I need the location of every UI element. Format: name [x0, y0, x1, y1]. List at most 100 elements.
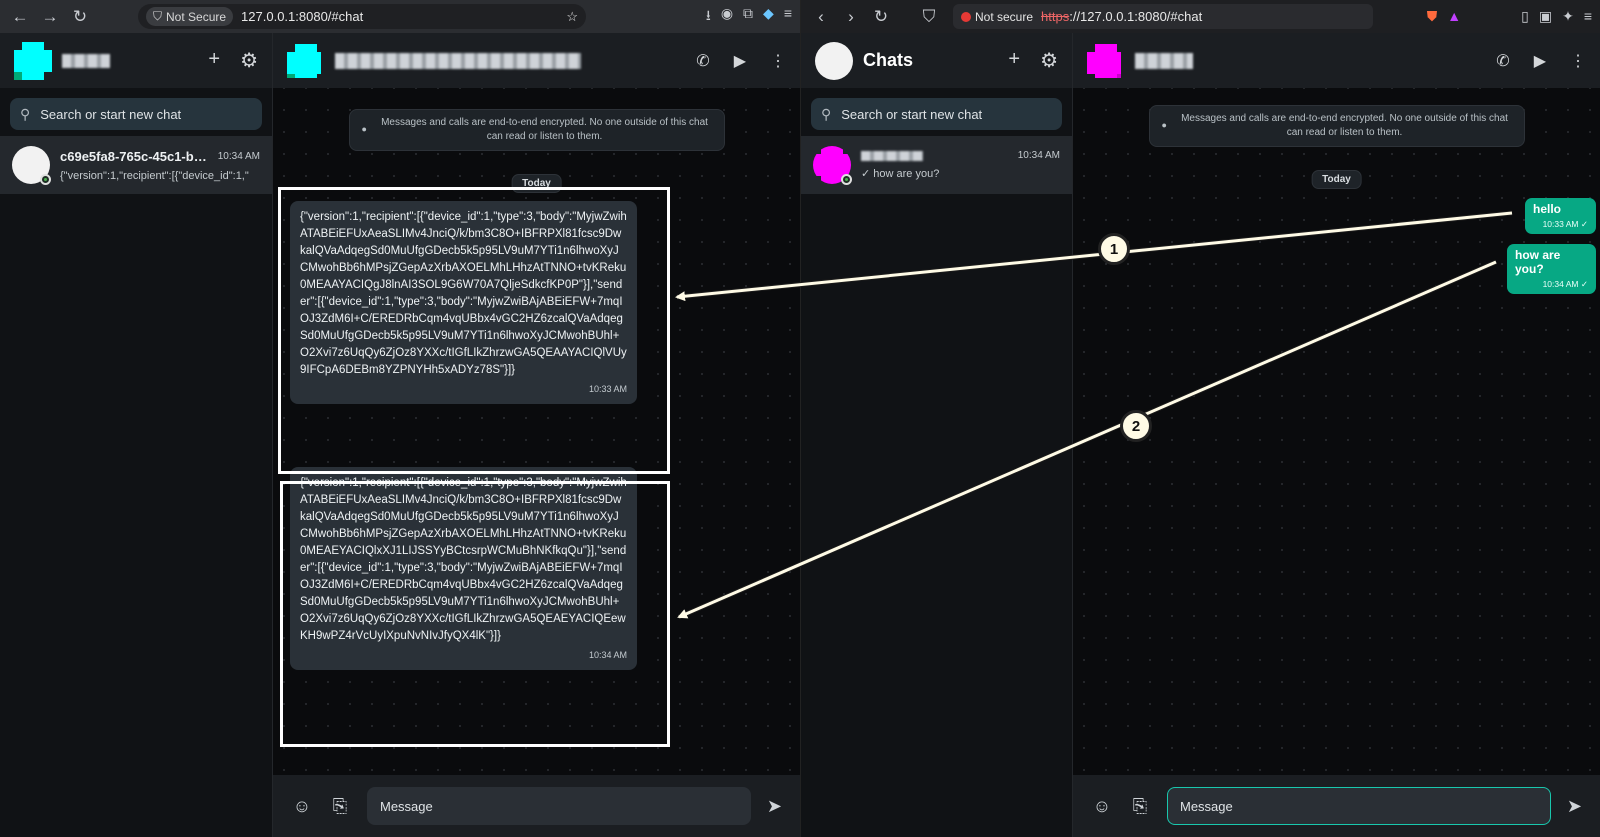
warning-icon — [961, 11, 971, 22]
url-scheme: https — [1041, 9, 1070, 24]
left-browser-toolbar: ← → ↻ ⛉ Not Secure 127.0.0.1:8080/#chat … — [0, 0, 800, 33]
reload-icon[interactable]: ↻ — [68, 5, 92, 29]
search-input[interactable]: ⚲ Search or start new chat — [811, 98, 1062, 130]
encryption-notice: ● Messages and calls are end-to-end encr… — [348, 109, 725, 151]
phone-icon[interactable]: ✆ — [1496, 51, 1509, 71]
message-text: hello — [1533, 202, 1562, 216]
phone-icon[interactable]: ✆ — [696, 51, 709, 71]
video-icon[interactable]: ▶ — [1534, 51, 1546, 71]
back-icon[interactable]: ‹ — [809, 5, 833, 29]
security-indicator[interactable]: ⛉ Not Secure — [146, 7, 234, 26]
chat-preview: {"version":1,"recipient":[{"device_id":1… — [60, 169, 249, 182]
sidebar-icon[interactable]: ▯ — [1521, 8, 1529, 25]
message-input[interactable] — [367, 787, 751, 825]
extensions-icon[interactable]: ✦ — [1562, 8, 1574, 25]
encryption-notice-text: Messages and calls are end-to-end encryp… — [1181, 113, 1508, 138]
chat-preview-text: how are you? — [873, 168, 940, 180]
video-icon[interactable]: ▶ — [734, 51, 746, 71]
contact-avatar — [12, 146, 51, 185]
attach-icon[interactable]: ⎘ — [1129, 796, 1151, 817]
chat-time: 10:34 AM — [1017, 150, 1060, 161]
search-placeholder: Search or start new chat — [40, 106, 182, 122]
day-chip: Today — [1311, 170, 1362, 189]
plus-icon[interactable]: + — [1008, 48, 1020, 73]
search-placeholder: Search or start new chat — [841, 106, 983, 122]
blurred-contact-name — [335, 52, 581, 69]
lock-icon: ● — [361, 124, 367, 134]
left-sidebar-header: + ⚙ — [0, 33, 272, 88]
attach-icon[interactable]: ⎘ — [329, 796, 351, 817]
right-chat-pane: ✆ ▶ ⋮ ● Messages and calls are end-to-en… — [1073, 33, 1600, 837]
forward-icon[interactable]: → — [38, 5, 62, 29]
blurred-profile-name — [62, 53, 110, 68]
url-rest: ://127.0.0.1:8080/#chat — [1069, 9, 1203, 24]
annotation-badge-2: 2 — [1120, 410, 1152, 442]
message-time: 10:34 AM ✓ — [1542, 279, 1588, 289]
plus-icon[interactable]: + — [208, 48, 220, 73]
download-icon[interactable]: ⭳ — [706, 5, 711, 29]
bookmark-icon[interactable]: ⛉ — [917, 5, 941, 29]
message-text: how are you? — [1515, 248, 1561, 276]
send-icon[interactable]: ➤ — [767, 796, 782, 817]
shield-icon: ⛉ — [153, 9, 163, 23]
chat-header: ✆ ▶ ⋮ — [1073, 33, 1600, 88]
encryption-notice: ● Messages and calls are end-to-end encr… — [1148, 105, 1525, 147]
chat-preview: ✓ how are you? — [861, 167, 1060, 180]
reload-icon[interactable]: ↻ — [869, 5, 893, 29]
right-extension-icons: ⛊ ▲ ▯ ▣ ✦ ≡ — [1427, 8, 1592, 25]
menu-icon[interactable]: ≡ — [784, 5, 792, 29]
right-browser-window: ‹ › ↻ ⛉ Not secure https://127.0.0.1:808… — [800, 0, 1600, 837]
send-icon[interactable]: ➤ — [1567, 796, 1582, 817]
more-icon[interactable]: ⋮ — [770, 51, 786, 71]
profile-avatar[interactable] — [14, 41, 52, 80]
message-composer: ☺ ⎘ ➤ — [1073, 775, 1600, 837]
left-address-bar[interactable]: ⛉ Not Secure 127.0.0.1:8080/#chat ☆ — [138, 4, 586, 29]
security-label: Not secure — [975, 9, 1034, 24]
menu-icon[interactable]: ≡ — [1584, 8, 1592, 25]
forward-icon[interactable]: › — [839, 5, 863, 29]
online-indicator — [841, 174, 852, 185]
chat-list-item[interactable]: 10:34 AM ✓ how are you? — [801, 136, 1072, 194]
encryption-notice-text: Messages and calls are end-to-end encryp… — [381, 117, 708, 142]
chat-time: 10:34 AM — [217, 150, 260, 162]
wallet-icon[interactable]: ▣ — [1539, 8, 1552, 25]
contact-avatar[interactable] — [287, 43, 321, 78]
security-indicator[interactable]: Not secure — [961, 10, 1033, 24]
right-whatsapp-app: Chats + ⚙ ⚲ Search or start new chat 10:… — [801, 33, 1600, 837]
brave-shield-icon[interactable]: ⛊ — [1427, 8, 1438, 25]
online-indicator — [40, 174, 51, 185]
check-icon: ✓ — [861, 168, 871, 180]
emoji-icon[interactable]: ☺ — [1091, 796, 1113, 817]
gear-icon[interactable]: ⚙ — [240, 48, 258, 73]
extensions-icon[interactable]: ⧉ — [743, 5, 753, 29]
search-icon: ⚲ — [20, 105, 31, 122]
extension-icon[interactable]: ◆ — [763, 5, 774, 29]
annotation-badge-1: 1 — [1098, 233, 1130, 265]
screen: ← → ↻ ⛉ Not Secure 127.0.0.1:8080/#chat … — [0, 0, 1600, 837]
message-bubble-outgoing: how are you? 10:34 AM ✓ — [1507, 244, 1596, 294]
blurred-chat-name — [861, 150, 923, 161]
message-composer: ☺ ⎘ ➤ — [273, 775, 800, 837]
message-bubble-outgoing: hello 10:33 AM ✓ — [1525, 198, 1596, 234]
blurred-contact-name — [1135, 52, 1193, 69]
brave-rewards-icon[interactable]: ▲ — [1447, 8, 1461, 25]
search-icon: ⚲ — [821, 105, 832, 122]
right-sidebar: Chats + ⚙ ⚲ Search or start new chat 10:… — [801, 33, 1073, 837]
chat-list-item[interactable]: c69e5fa8-765c-45c1-b6... 10:34 AM {"vers… — [0, 136, 272, 194]
star-icon[interactable]: ☆ — [566, 9, 578, 25]
gear-icon[interactable]: ⚙ — [1040, 48, 1058, 73]
lock-icon: ● — [1161, 120, 1167, 130]
profile-icon[interactable]: ◉ — [721, 5, 733, 29]
back-icon[interactable]: ← — [8, 5, 32, 29]
highlight-box-2 — [280, 481, 670, 747]
contact-avatar[interactable] — [1087, 43, 1121, 78]
right-address-bar[interactable]: Not secure https://127.0.0.1:8080/#chat — [953, 4, 1373, 29]
left-extension-icons: ⭳ ◉ ⧉ ◆ ≡ — [706, 5, 792, 29]
url-text: https://127.0.0.1:8080/#chat — [1041, 9, 1202, 24]
search-input[interactable]: ⚲ Search or start new chat — [10, 98, 262, 130]
more-icon[interactable]: ⋮ — [1570, 51, 1586, 71]
security-label: Not Secure — [166, 9, 227, 24]
emoji-icon[interactable]: ☺ — [291, 796, 313, 817]
profile-avatar[interactable] — [815, 41, 853, 80]
message-input[interactable] — [1167, 787, 1551, 825]
